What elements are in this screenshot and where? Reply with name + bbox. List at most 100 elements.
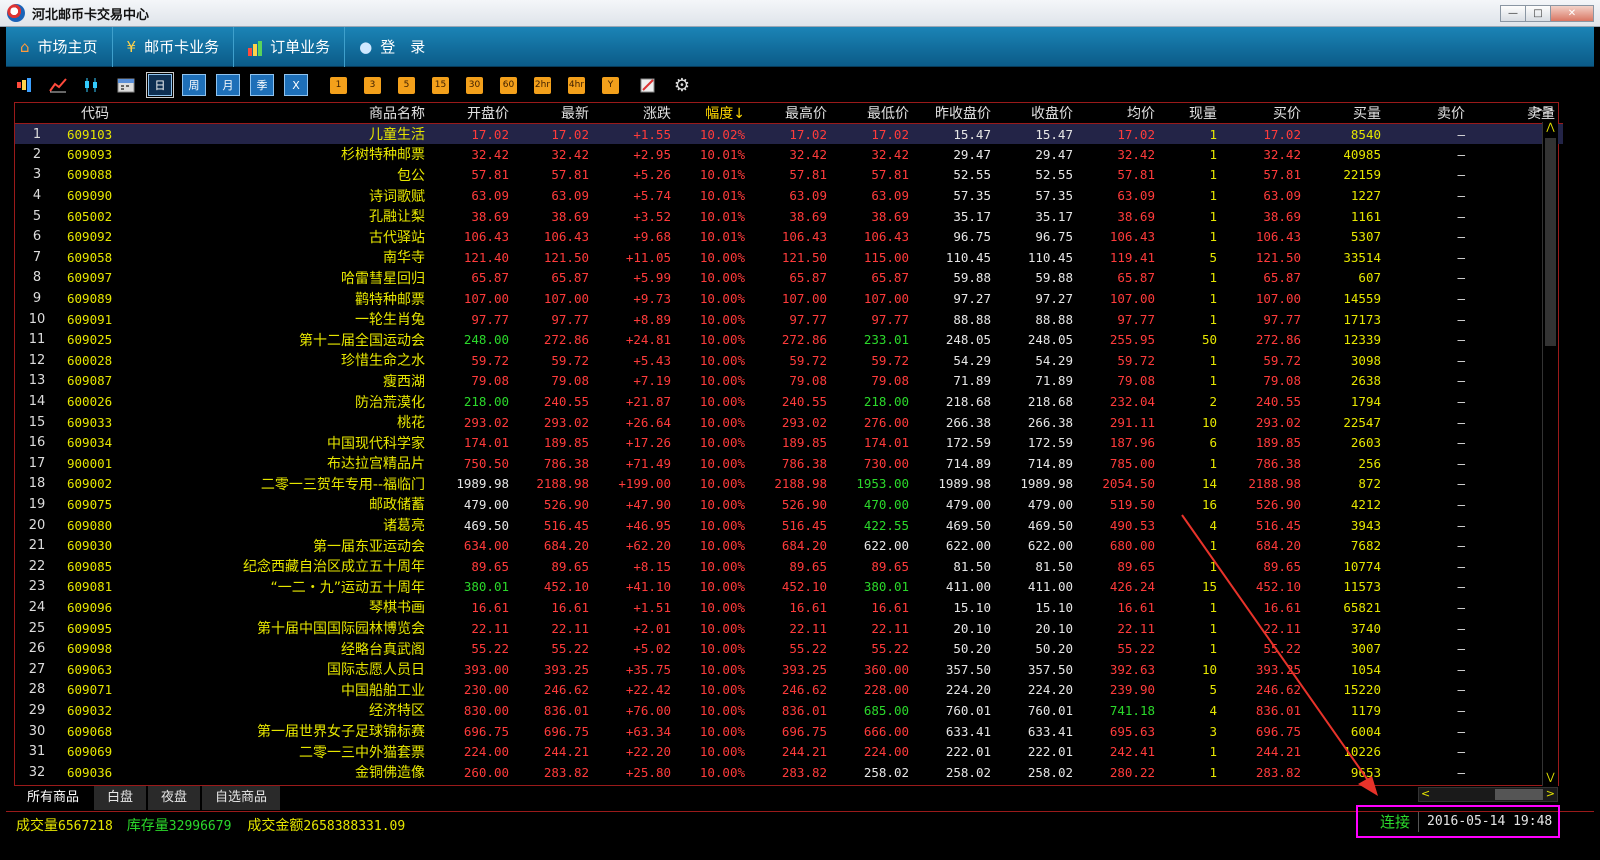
gear-icon[interactable]: ⚙ xyxy=(670,74,694,96)
period-day-button[interactable]: 日 xyxy=(146,72,174,98)
cell-pct: 10.00% xyxy=(699,620,745,636)
period-week-button[interactable]: 周 xyxy=(182,74,206,96)
col-header-ask[interactable]: 卖价 xyxy=(1389,103,1473,124)
period-month-button[interactable]: 月 xyxy=(216,74,240,96)
minute-15-button[interactable]: 15 xyxy=(432,76,449,94)
hour-4-button[interactable]: 4hr xyxy=(568,76,585,94)
more-columns-button[interactable]: >> xyxy=(1532,103,1554,118)
table-row[interactable]: 4 609090 诗词歌赋 63.09 63.09 +5.74 10.01% 63.09 63.… xyxy=(15,185,1563,206)
table-row[interactable]: 21 609030 第一届东亚运动会 634.00 684.20 +62.20 10.00%… xyxy=(15,535,1563,556)
cell-prev-close: 222.01 xyxy=(945,744,991,760)
table-row[interactable]: 32 609036 金铜佛造像 260.00 283.82 +25.80 10.00% 283… xyxy=(15,762,1563,783)
table-row[interactable]: 2 609093 杉树特种邮票 32.42 32.42 +2.95 10.01% 32.42 3… xyxy=(15,144,1563,165)
horizontal-scrollbar[interactable]: < > xyxy=(1418,787,1558,802)
line-chart-icon[interactable] xyxy=(46,74,70,96)
col-header-current-vol[interactable]: 现量 xyxy=(1163,103,1225,124)
minute-5-button[interactable]: 5 xyxy=(398,76,415,94)
col-header-bid-vol[interactable]: 买量 xyxy=(1309,103,1389,124)
cell-bid-vol: 3007 xyxy=(1350,641,1381,657)
maximize-button[interactable]: □ xyxy=(1525,5,1551,22)
table-row[interactable]: 16 609034 中国现代科学家 174.01 189.85 +17.26 10.00% 1… xyxy=(15,432,1563,453)
tab-watchlist[interactable]: 自选商品 xyxy=(202,786,281,810)
table-row[interactable]: 27 609063 国际志愿人员日 393.00 393.25 +35.75 10.00% 3… xyxy=(15,659,1563,680)
col-header-avg[interactable]: 均价 xyxy=(1081,103,1163,124)
table-row[interactable]: 11 609025 第十二届全国运动会 248.00 272.86 +24.81 10.00… xyxy=(15,329,1563,350)
nav-market-home[interactable]: ⌂ 市场主页 xyxy=(6,26,113,67)
inventory-label: 库存量 xyxy=(126,817,169,834)
nav-order-business[interactable]: 订单业务 xyxy=(234,26,346,67)
scroll-up-icon[interactable]: ⋀ xyxy=(1543,122,1558,136)
minimize-button[interactable]: — xyxy=(1500,5,1526,22)
table-row[interactable]: 6 609092 古代驿站 106.43 106.43 +9.68 10.01% 106.43… xyxy=(15,226,1563,247)
bar-chart-icon[interactable] xyxy=(12,74,36,96)
table-row[interactable]: 8 609097 哈雷彗星回归 65.87 65.87 +5.99 10.00% 65.87 6… xyxy=(15,268,1563,289)
col-header-pct[interactable]: 幅度↓ xyxy=(679,103,753,124)
scroll-thumb[interactable] xyxy=(1545,138,1556,346)
minute-1-button[interactable]: 1 xyxy=(330,76,347,94)
tab-all-products[interactable]: 所有商品 xyxy=(14,786,93,810)
col-header-low[interactable]: 最低价 xyxy=(835,103,917,124)
table-row[interactable]: 14 600026 防治荒漠化 218.00 240.55 +21.87 10.00% 240… xyxy=(15,391,1563,412)
table-row[interactable]: 10 609091 一轮生肖兔 97.77 97.77 +8.89 10.00% 97.77 9… xyxy=(15,309,1563,330)
table-row[interactable]: 18 609002 二零一三贺年专用--福临门 1989.98 2188.98 +199.… xyxy=(15,474,1563,495)
cell-prev-close: 357.50 xyxy=(945,661,991,677)
cell-pct: 10.00% xyxy=(699,496,745,512)
col-header-index[interactable] xyxy=(15,103,59,124)
scroll-left-icon[interactable]: < xyxy=(1421,787,1430,800)
col-header-code[interactable]: 代码 xyxy=(59,103,139,124)
cell-prev-close: 29.47 xyxy=(953,146,991,162)
table-row[interactable]: 29 609032 经济特区 830.00 836.01 +76.00 10.00% 836.… xyxy=(15,700,1563,721)
cell-high: 97.77 xyxy=(789,311,827,327)
tab-day-session[interactable]: 白盘 xyxy=(94,786,147,810)
table-row[interactable]: 12 600028 珍惜生命之水 59.72 59.72 +5.43 10.00% 59.72… xyxy=(15,350,1563,371)
table-row[interactable]: 31 609069 二零一三中外猫套票 224.00 244.21 +22.20 10.00… xyxy=(15,741,1563,762)
col-header-last[interactable]: 最新 xyxy=(517,103,597,124)
nav-login[interactable]: ● 登 录 xyxy=(345,27,439,67)
scroll-down-icon[interactable]: ⋁ xyxy=(1543,772,1558,786)
col-header-close[interactable]: 收盘价 xyxy=(999,103,1081,124)
title-bar: 河北邮币卡交易中心 — □ ✕ xyxy=(0,0,1600,27)
col-header-high[interactable]: 最高价 xyxy=(753,103,835,124)
calendar-icon[interactable] xyxy=(114,74,138,96)
table-row[interactable]: 30 609068 第一届世界女子足球锦标赛 696.75 696.75 +63.34 10… xyxy=(15,721,1563,742)
table-row[interactable]: 23 609081 “一二・九”运动五十周年 380.01 452.10 +41.10 10… xyxy=(15,577,1563,598)
edit-icon[interactable] xyxy=(636,74,660,96)
minute-3-button[interactable]: 3 xyxy=(364,76,381,94)
connection-status[interactable]: 连接 xyxy=(1380,811,1410,832)
col-header-change[interactable]: 涨跌 xyxy=(597,103,679,124)
vertical-scrollbar[interactable]: ⋀ ⋁ xyxy=(1542,122,1558,786)
candlestick-icon[interactable] xyxy=(80,74,104,96)
col-header-bid[interactable]: 买价 xyxy=(1225,103,1309,124)
table-row[interactable]: 3 609088 包公 57.81 57.81 +5.26 10.01% 57.81 57.81… xyxy=(15,165,1563,186)
table-row[interactable]: 20 609080 诸葛亮 469.50 516.45 +46.95 10.00% 516.4… xyxy=(15,515,1563,536)
cell-last: 79.08 xyxy=(551,373,589,389)
period-x-button[interactable]: X xyxy=(284,74,308,96)
table-row[interactable]: 5 605002 孔融让梨 38.69 38.69 +3.52 10.01% 38.69 38.… xyxy=(15,206,1563,227)
period-quarter-button[interactable]: 季 xyxy=(250,74,274,96)
nav-stamp-business[interactable]: ¥ 邮币卡业务 xyxy=(113,26,235,67)
table-row[interactable]: 28 609071 中国船舶工业 230.00 246.62 +22.42 10.00% 24… xyxy=(15,680,1563,701)
table-row[interactable]: 25 609095 第十届中国国际园林博览会 22.11 22.11 +2.01 10.00… xyxy=(15,618,1563,639)
table-row[interactable]: 24 609096 琴棋书画 16.61 16.61 +1.51 10.00% 16.61 16… xyxy=(15,597,1563,618)
hour-2-button[interactable]: 2hr xyxy=(534,76,551,94)
table-row[interactable]: 7 609058 南华寺 121.40 121.50 +11.05 10.00% 121.50… xyxy=(15,247,1563,268)
cell-name: 第十届中国国际园林博览会 xyxy=(257,621,425,638)
minute-30-button[interactable]: 30 xyxy=(466,76,483,94)
scroll-right-icon[interactable]: > xyxy=(1546,787,1555,800)
col-header-open[interactable]: 开盘价 xyxy=(433,103,517,124)
table-row[interactable]: 22 609085 纪念西藏自治区成立五十周年 89.65 89.65 +8.15 10.0… xyxy=(15,556,1563,577)
hscroll-thumb[interactable] xyxy=(1495,789,1543,800)
table-row[interactable]: 19 609075 邮政储蓄 479.00 526.90 +47.90 10.00% 526.… xyxy=(15,494,1563,515)
col-header-prev-close[interactable]: 昨收盘价 xyxy=(917,103,999,124)
table-row[interactable]: 17 900001 布达拉宫精品片 750.50 786.38 +71.49 10.00% 7… xyxy=(15,453,1563,474)
table-row[interactable]: 1 609103 儿童生活 17.02 17.02 +1.55 10.02% 17.02 17.… xyxy=(15,123,1563,145)
minute-60-button[interactable]: 60 xyxy=(500,76,517,94)
tab-night-session[interactable]: 夜盘 xyxy=(148,786,201,810)
table-row[interactable]: 15 609033 桃花 293.02 293.02 +26.64 10.00% 293.02… xyxy=(15,412,1563,433)
table-row[interactable]: 9 609089 鹳特种邮票 107.00 107.00 +9.73 10.00% 107.0… xyxy=(15,288,1563,309)
year-button[interactable]: Y xyxy=(602,76,619,94)
table-row[interactable]: 26 609098 经略台真武阁 55.22 55.22 +5.02 10.00% 55.22… xyxy=(15,638,1563,659)
col-header-name[interactable]: 商品名称 xyxy=(139,103,433,124)
close-button[interactable]: ✕ xyxy=(1550,5,1594,22)
table-row[interactable]: 13 609087 瘦西湖 79.08 79.08 +7.19 10.00% 79.08 79.… xyxy=(15,371,1563,392)
